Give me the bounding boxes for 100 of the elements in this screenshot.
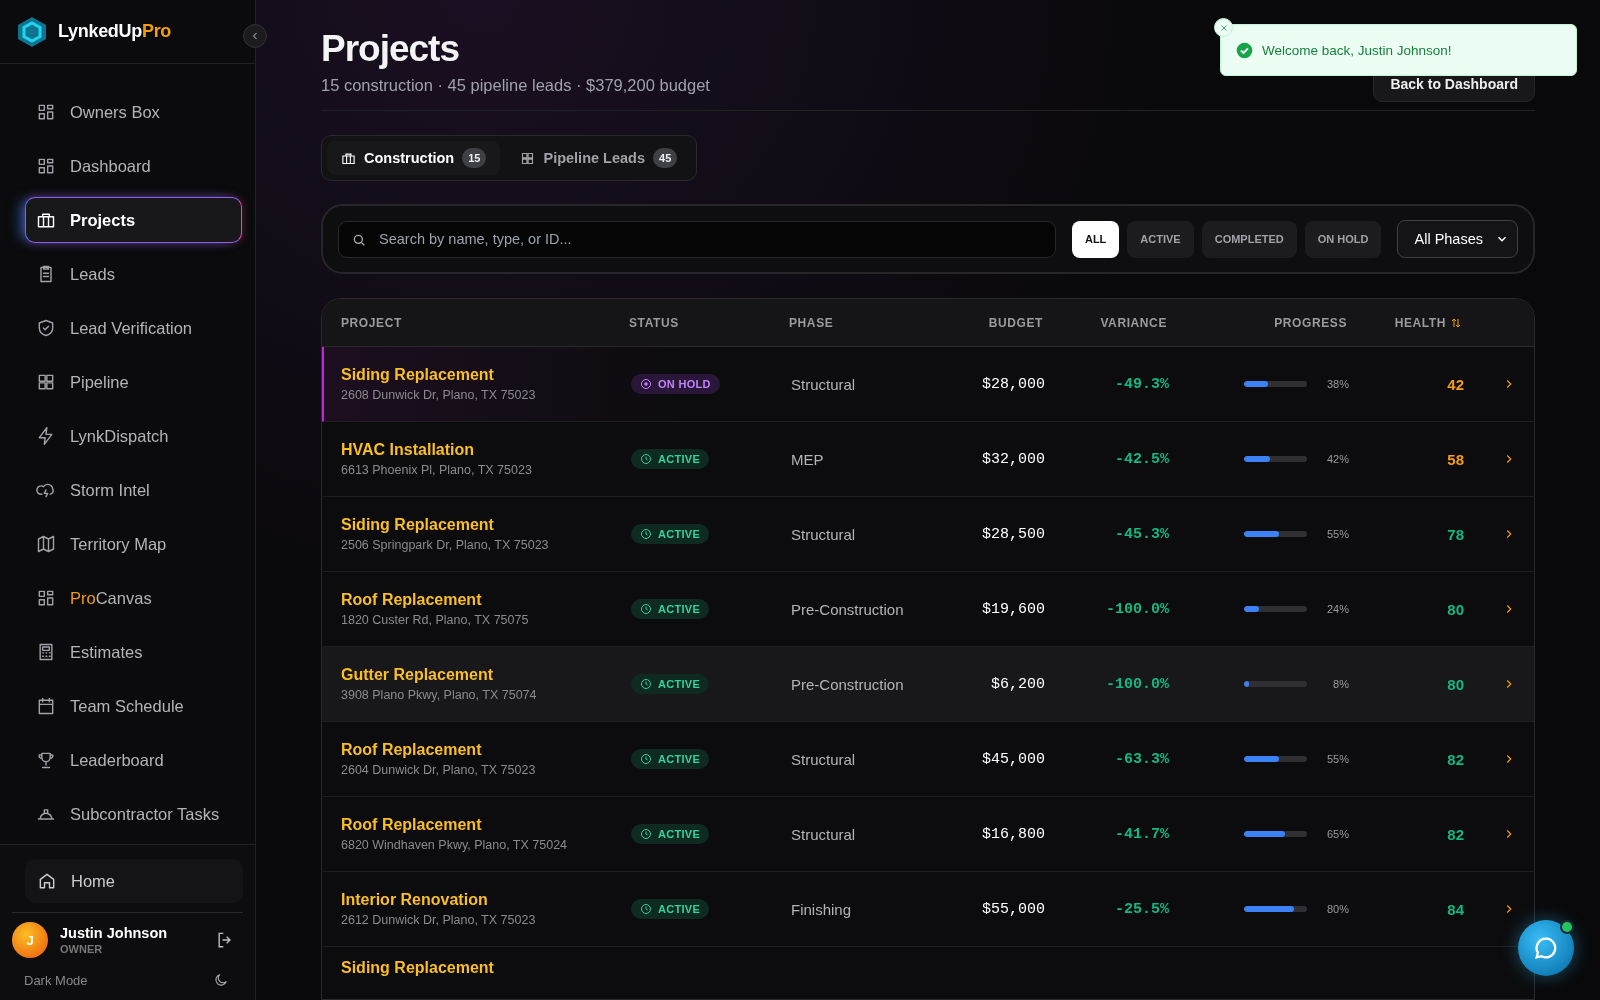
health-score: 78 bbox=[1446, 525, 1464, 543]
phase-cell-text: Structural bbox=[791, 750, 857, 768]
filter-chip[interactable]: COMPLETED bbox=[1201, 220, 1297, 258]
project-name: Siding Replacement bbox=[341, 959, 495, 977]
project-address: 3908 Plano Pkwy, Plano, TX 75074 bbox=[341, 688, 538, 702]
home-button[interactable]: Home bbox=[25, 859, 243, 903]
column-header: BUDGET bbox=[987, 315, 1043, 330]
sort-icon[interactable] bbox=[1450, 316, 1462, 329]
status-badge: ACTIVE bbox=[631, 524, 710, 544]
health-score: 42 bbox=[1446, 375, 1464, 393]
nav-icon bbox=[36, 156, 56, 176]
sidebar-item[interactable]: Lead Verification bbox=[25, 305, 242, 351]
status-badge: ACTIVE bbox=[631, 674, 710, 694]
tab-icon bbox=[341, 150, 356, 166]
budget-cell-text: $28,500 bbox=[981, 525, 1045, 543]
avatar: J bbox=[12, 922, 48, 958]
moon-icon[interactable] bbox=[213, 972, 229, 988]
nav-icon bbox=[36, 534, 56, 554]
nav-icon bbox=[36, 102, 56, 122]
table-row[interactable]: Interior Renovation 2612 Dunwick Dr, Plano, TX 75023 ACTIVE Finishing $55,000 -25.5% 80% 84 bbox=[322, 872, 1534, 947]
budget-cell-text: $55,000 bbox=[981, 900, 1045, 918]
progress-percent: 42% bbox=[1327, 453, 1349, 465]
tab-icon bbox=[520, 150, 536, 166]
filter-chip[interactable]: ON HOLD bbox=[1304, 220, 1382, 258]
project-address: 1820 Custer Rd, Plano, TX 75075 bbox=[341, 613, 530, 627]
tab[interactable]: Pipeline Leads 45 bbox=[506, 141, 692, 175]
tab[interactable]: Construction 15 bbox=[327, 141, 501, 175]
budget-cell-text: $19,600 bbox=[981, 600, 1045, 618]
table-row[interactable]: Roof Replacement 6820 Windhaven Pkwy, Plano, TX 75024 ACTIVE Structural $16,800 -41.7% 65% 82 bbox=[322, 797, 1534, 872]
phase-cell-text: Pre-Construction bbox=[791, 675, 905, 693]
sidebar-item[interactable]: ProCanvas bbox=[25, 575, 242, 621]
project-address: 2612 Dunwick Dr, Plano, TX 75023 bbox=[341, 913, 537, 927]
budget-cell-text: $28,000 bbox=[981, 375, 1045, 393]
budget-cell-text: $6,200 bbox=[990, 675, 1045, 693]
progress-bar bbox=[1244, 906, 1307, 912]
nav-icon bbox=[36, 750, 56, 770]
sidebar-item[interactable]: Owners Box bbox=[25, 89, 242, 135]
filter-chip[interactable]: ALL bbox=[1071, 220, 1120, 258]
project-address: 6613 Phoenix Pl, Plano, TX 75023 bbox=[341, 463, 533, 477]
variance-cell-text: -25.5% bbox=[1114, 900, 1169, 918]
brand-name: LynkedUpPro bbox=[58, 21, 172, 42]
progress-percent: 38% bbox=[1327, 378, 1349, 390]
status-badge: ACTIVE bbox=[631, 899, 710, 919]
chat-button[interactable] bbox=[1518, 920, 1574, 976]
phase-select[interactable]: All Phases bbox=[1397, 220, 1518, 258]
project-name: Gutter Replacement bbox=[341, 666, 495, 684]
table-row[interactable]: Gutter Replacement 3908 Plano Pkwy, Plano, TX 75074 ACTIVE Pre-Construction $6,200 -100.0% 8% 80 bbox=[322, 647, 1534, 722]
table-row[interactable]: Roof Replacement 2604 Dunwick Dr, Plano, TX 75023 ACTIVE Structural $45,000 -63.3% 55% 82 bbox=[322, 722, 1534, 797]
search-field[interactable]: Search by name, type, or ID... bbox=[338, 220, 1056, 258]
nav-icon bbox=[36, 642, 56, 662]
phase-cell-text: Structural bbox=[791, 525, 857, 543]
project-address: 2608 Dunwick Dr, Plano, TX 75023 bbox=[341, 388, 537, 402]
table-row[interactable]: HVAC Installation 6613 Phoenix Pl, Plano, TX 75023 ACTIVE MEP $32,000 -42.5% 42% 58 bbox=[322, 422, 1534, 497]
project-name: Siding Replacement bbox=[341, 516, 495, 534]
table-row[interactable]: Siding Replacement 2506 Springpark Dr, Plano, TX 75023 ACTIVE Structural $28,500 -45.3% 55% 78 bbox=[322, 497, 1534, 572]
column-header: HEALTH bbox=[1347, 315, 1462, 330]
sidebar-item[interactable]: Pipeline bbox=[25, 359, 242, 405]
nav-icon bbox=[36, 210, 56, 230]
project-name: HVAC Installation bbox=[341, 441, 476, 459]
health-score: 82 bbox=[1446, 825, 1464, 843]
status-badge: ON HOLD bbox=[631, 374, 720, 394]
sidebar-item[interactable]: Leaderboard bbox=[25, 737, 242, 783]
toast-message: Welcome back, Justin Johnson! bbox=[1262, 42, 1452, 58]
sidebar-item[interactable]: LynkDispatch bbox=[25, 413, 242, 459]
nav-icon bbox=[36, 696, 56, 716]
collapse-button[interactable] bbox=[243, 24, 267, 48]
sidebar-item[interactable]: Estimates bbox=[25, 629, 242, 675]
sidebar-item[interactable]: Dashboard bbox=[25, 143, 242, 189]
variance-cell-text: -45.3% bbox=[1114, 525, 1169, 543]
phase-cell-text: Pre-Construction bbox=[791, 600, 905, 618]
health-score: 58 bbox=[1446, 450, 1464, 468]
phase-cell-text: Finishing bbox=[791, 900, 853, 918]
phase-cell-text: MEP bbox=[791, 450, 825, 468]
column-header: PROGRESS bbox=[1273, 315, 1347, 330]
filter-chip[interactable]: ACTIVE bbox=[1127, 220, 1194, 258]
table-row[interactable]: Siding Replacement 2608 Dunwick Dr, Plano, TX 75023 ON HOLD Structural $28,000 -49.3% 38% 42 bbox=[322, 347, 1534, 422]
home-icon bbox=[37, 871, 57, 891]
column-header: PROJECT bbox=[340, 315, 403, 330]
variance-cell-text: -41.7% bbox=[1114, 825, 1169, 843]
progress-bar bbox=[1244, 681, 1307, 687]
project-address: 2604 Dunwick Dr, Plano, TX 75023 bbox=[341, 763, 537, 777]
project-address: 6820 Windhaven Pkwy, Plano, TX 75024 bbox=[341, 838, 569, 852]
sidebar-item[interactable]: Territory Map bbox=[25, 521, 242, 567]
progress-percent: 80% bbox=[1327, 903, 1349, 915]
phase-cell-text: Structural bbox=[791, 375, 857, 393]
budget-cell-text: $16,800 bbox=[981, 825, 1045, 843]
sidebar-item[interactable]: Subcontractor Tasks bbox=[25, 791, 242, 837]
sidebar-item[interactable]: Team Schedule bbox=[25, 683, 242, 729]
close-icon[interactable] bbox=[1214, 18, 1233, 37]
status-badge: ACTIVE bbox=[631, 449, 710, 469]
progress-bar bbox=[1244, 456, 1307, 462]
sidebar-item[interactable]: Storm Intel bbox=[25, 467, 242, 513]
sidebar-item[interactable]: Leads bbox=[25, 251, 242, 297]
health-score: 82 bbox=[1446, 750, 1464, 768]
sidebar-item[interactable]: Projects bbox=[25, 197, 242, 243]
nav-icon bbox=[36, 372, 56, 392]
status-badge: ACTIVE bbox=[631, 824, 710, 844]
status-badge: ACTIVE bbox=[631, 599, 710, 619]
health-score: 80 bbox=[1446, 675, 1464, 693]
budget-cell-text: $32,000 bbox=[981, 450, 1045, 468]
